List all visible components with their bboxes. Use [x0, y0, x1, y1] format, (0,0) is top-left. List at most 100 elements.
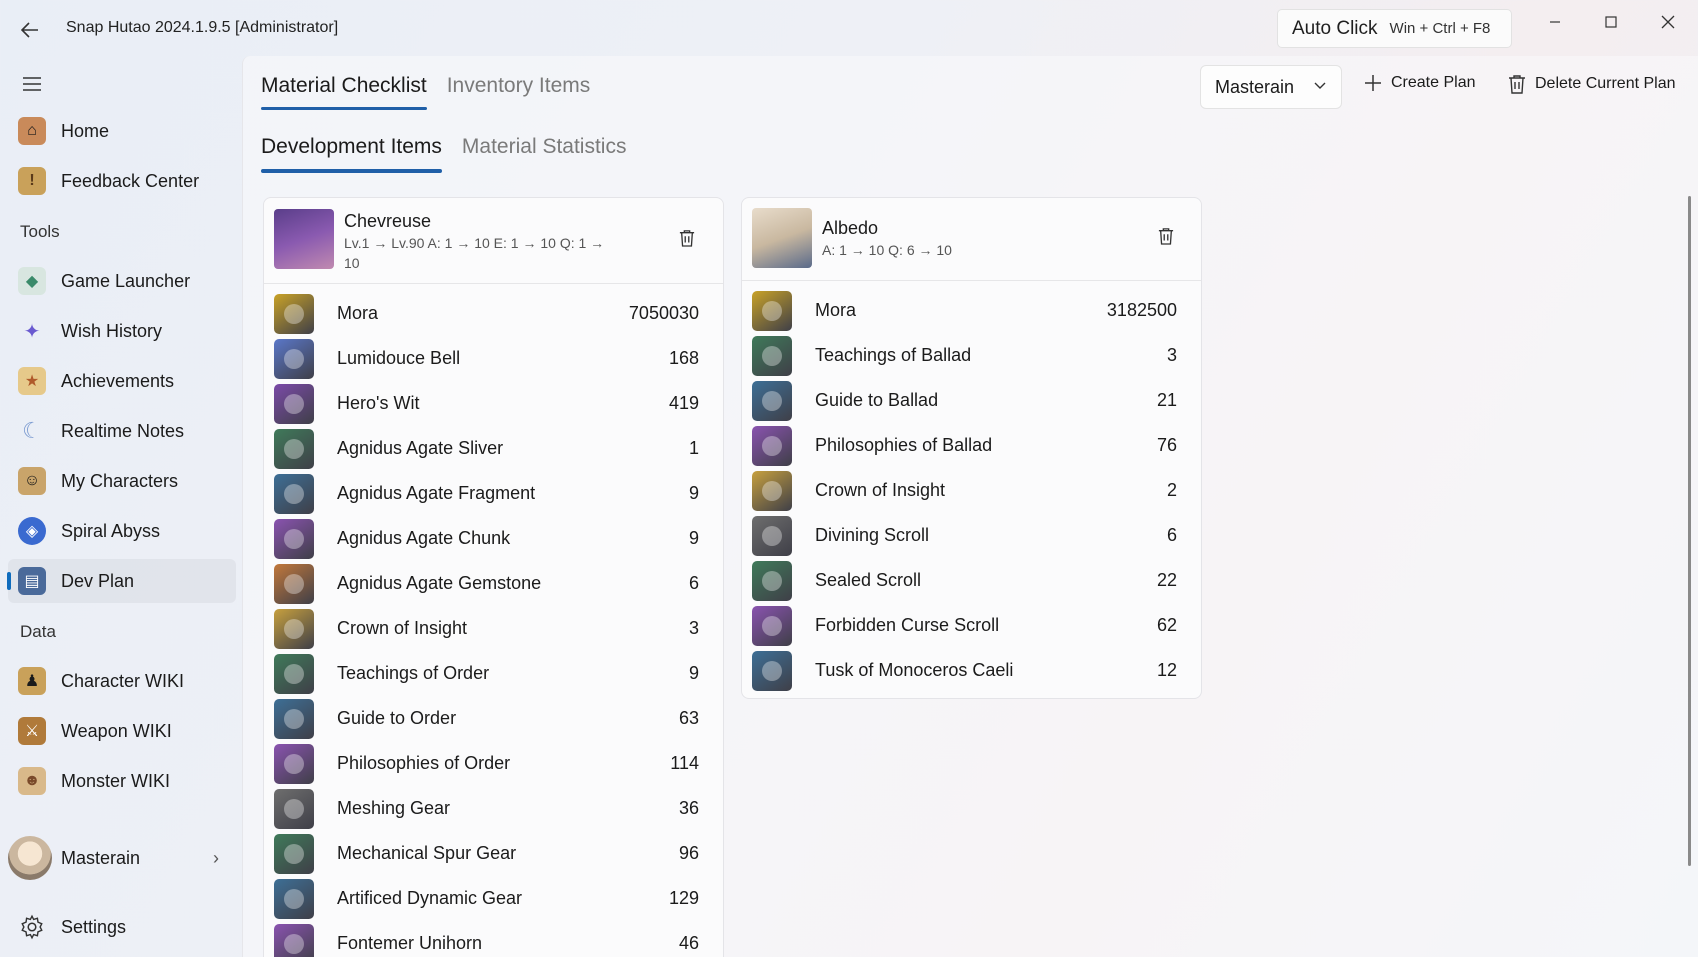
material-row: Guide to Ballad 21	[752, 380, 1177, 422]
material-count: 62	[1156, 615, 1177, 635]
sidebar-item-achievements[interactable]: ★ Achievements	[8, 359, 236, 403]
moon-icon: ☾	[22, 418, 42, 443]
delete-current-plan-button[interactable]: Delete Current Plan	[1508, 74, 1676, 94]
app-title: Snap Hutao 2024.1.9.5 [Administrator]	[66, 19, 339, 36]
material-row: Agnidus Agate Gemstone 6	[274, 563, 699, 605]
material-row: Fontemer Unihorn 46	[274, 923, 699, 957]
achievement-icon: ★	[18, 367, 46, 395]
sidebar-item-spiral-abyss[interactable]: ◈ Spiral Abyss	[8, 509, 236, 553]
material-icon	[274, 384, 314, 424]
close-button[interactable]	[1645, 8, 1691, 36]
material-icon	[274, 564, 314, 604]
close-icon	[1661, 15, 1675, 29]
material-glyph	[762, 346, 782, 366]
material-row: Teachings of Order 9	[274, 653, 699, 695]
material-name: Guide to Order	[337, 708, 457, 728]
material-glyph	[762, 571, 782, 591]
auto-click-button[interactable]: Auto Click Win + Ctrl + F8	[1277, 9, 1512, 48]
maximize-button[interactable]	[1588, 8, 1634, 36]
material-glyph	[284, 529, 304, 549]
material-count: 22	[1156, 570, 1177, 590]
material-glyph	[284, 439, 304, 459]
sidebar-item-character-wiki[interactable]: ♟ Character WIKI	[8, 659, 236, 703]
sidebar-item-home[interactable]: ⌂ Home	[8, 109, 236, 153]
title-bar: Snap Hutao 2024.1.9.5 [Administrator] Au…	[0, 0, 1698, 56]
hamburger-icon	[23, 77, 41, 91]
material-row: Agnidus Agate Fragment 9	[274, 473, 699, 515]
material-row: Mechanical Spur Gear 96	[274, 833, 699, 875]
character-portrait	[752, 208, 812, 268]
material-name: Hero's Wit	[337, 393, 420, 413]
material-name: Tusk of Monoceros Caeli	[815, 660, 1014, 680]
material-name: Fontemer Unihorn	[337, 933, 483, 953]
material-count: 3	[688, 618, 699, 638]
avatar	[8, 836, 52, 880]
material-count: 63	[678, 708, 699, 728]
material-icon	[274, 339, 314, 379]
material-glyph	[284, 349, 304, 369]
material-count: 114	[670, 753, 699, 773]
delete-character-button[interactable]	[676, 227, 698, 249]
material-row: Tusk of Monoceros Caeli 12	[752, 650, 1177, 692]
material-name: Artificed Dynamic Gear	[337, 888, 523, 908]
tab-development-items[interactable]: Development Items	[261, 135, 442, 173]
tab-material-checklist[interactable]: Material Checklist	[261, 74, 427, 110]
sidebar-item-settings[interactable]: Settings	[8, 905, 236, 949]
sidebar: ⌂ Home ! Feedback Center Tools ◆ Game La…	[0, 56, 242, 957]
material-glyph	[284, 664, 304, 684]
hamburger-menu-button[interactable]	[14, 70, 50, 98]
material-icon	[752, 336, 792, 376]
sidebar-item-wish-history[interactable]: ✦ Wish History	[8, 309, 236, 353]
material-glyph	[762, 616, 782, 636]
material-icon	[274, 429, 314, 469]
sidebar-item-my-characters[interactable]: ☺ My Characters	[8, 459, 236, 503]
sidebar-item-label: Wish History	[61, 320, 163, 341]
weapon-wiki-icon: ⚔	[18, 717, 46, 745]
material-row: Sealed Scroll 22	[752, 560, 1177, 602]
back-button[interactable]	[14, 16, 46, 44]
material-glyph	[284, 304, 304, 324]
tab-inventory-items[interactable]: Inventory Items	[447, 74, 591, 110]
material-name: Philosophies of Order	[337, 753, 511, 773]
delete-character-button[interactable]	[1155, 225, 1177, 247]
material-glyph	[284, 709, 304, 729]
tools-header: Tools	[20, 222, 60, 241]
character-portrait	[274, 209, 334, 269]
material-row: Teachings of Ballad 3	[752, 335, 1177, 377]
material-name: Sealed Scroll	[815, 570, 922, 590]
card-header: Chevreuse Lv.1 → Lv.90 A: 1 → 10 E: 1 → …	[264, 198, 723, 284]
vertical-scrollbar[interactable]	[1688, 196, 1691, 866]
material-icon	[752, 291, 792, 331]
material-name: Agnidus Agate Chunk	[337, 528, 511, 548]
material-icon	[752, 381, 792, 421]
material-icon	[752, 471, 792, 511]
create-plan-button[interactable]: Create Plan	[1364, 74, 1476, 92]
user-account-item[interactable]: Masterain ›	[8, 834, 236, 882]
material-count: 21	[1156, 390, 1177, 410]
material-glyph	[762, 661, 782, 681]
material-name: Guide to Ballad	[815, 390, 939, 410]
sidebar-item-dev-plan[interactable]: ▤ Dev Plan	[7, 559, 236, 603]
abyss-icon: ◈	[18, 517, 46, 545]
sidebar-item-game-launcher[interactable]: ◆ Game Launcher	[8, 259, 236, 303]
sidebar-item-monster-wiki[interactable]: ☻ Monster WIKI	[8, 759, 236, 803]
create-plan-label: Create Plan	[1391, 74, 1476, 91]
sidebar-item-realtime-notes[interactable]: ☾ Realtime Notes	[8, 409, 236, 453]
sidebar-item-feedback-center[interactable]: ! Feedback Center	[8, 159, 236, 203]
maximize-icon	[1605, 16, 1617, 28]
material-row: Agnidus Agate Sliver 1	[274, 428, 699, 470]
sidebar-item-label: My Characters	[61, 470, 179, 491]
sidebar-item-label: Achievements	[61, 370, 175, 391]
plan-select-dropdown[interactable]: Masterain	[1200, 65, 1342, 109]
material-count: 9	[688, 528, 699, 548]
sidebar-item-weapon-wiki[interactable]: ⚔ Weapon WIKI	[8, 709, 236, 753]
tab-material-statistics[interactable]: Material Statistics	[462, 135, 627, 171]
material-icon	[274, 834, 314, 874]
minimize-button[interactable]	[1532, 8, 1578, 36]
sidebar-item-label: Game Launcher	[61, 270, 191, 291]
material-count: 36	[678, 798, 699, 818]
character-levels: Lv.1 → Lv.90 A: 1 → 10 E: 1 → 10 Q: 1 →	[344, 235, 605, 251]
material-row: Philosophies of Order 114	[274, 743, 699, 785]
material-icon	[274, 519, 314, 559]
main-content: Material Checklist Inventory Items Maste…	[242, 56, 1698, 957]
